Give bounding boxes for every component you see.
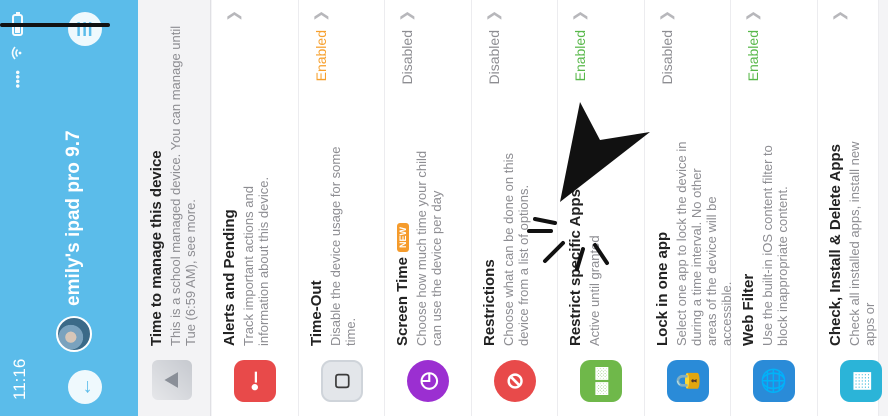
scroll-indicator[interactable] xyxy=(0,21,115,29)
wifi-icon xyxy=(10,46,25,60)
chevron-right-icon: ❯ xyxy=(398,10,414,22)
item-description: Choose how much time your child can use … xyxy=(414,150,444,346)
item-description: Track important actions and information … xyxy=(241,176,271,346)
chevron-right-icon: ❯ xyxy=(225,10,241,22)
lock-icon: 🔒 xyxy=(666,360,709,402)
back-button[interactable]: ← xyxy=(68,370,102,404)
item-title: Web Filter xyxy=(740,273,757,346)
device-selector[interactable]: emily's ipad pro 9.7 xyxy=(56,130,92,352)
status-time: 11:16 xyxy=(10,358,29,400)
school-icon: ⛰ xyxy=(152,360,192,400)
chevron-right-icon: ❯ xyxy=(830,10,847,22)
item-description: Disable the device usage for some time. xyxy=(327,146,358,346)
list-item-web-filter[interactable]: 🌐 Web Filter Use the built-in iOS conten… xyxy=(731,0,818,416)
item-title: Check, Install & Delete Apps xyxy=(826,143,844,346)
screen-time-icon: ◷ xyxy=(407,360,449,402)
status-badge: Enabled xyxy=(745,30,761,82)
list-item-install-apps[interactable]: ▦ Check, Install & Delete Apps Check all… xyxy=(817,0,882,416)
new-badge: NEW xyxy=(396,223,409,253)
click-burst-icon xyxy=(525,201,620,271)
web-filter-icon: 🌐 xyxy=(753,360,795,402)
alert-icon: •– xyxy=(234,360,276,402)
item-title: Screen Time NEW xyxy=(394,223,411,346)
status-bar: 11:16 •••• xyxy=(0,0,40,416)
list-item-timeout[interactable]: ▢ Time-Out Disable the device usage for … xyxy=(298,0,385,416)
status-badge: Disabled xyxy=(658,30,675,85)
info-title: Time to manage this device xyxy=(148,150,165,346)
chevron-right-icon: ❯ xyxy=(311,10,328,22)
info-panel[interactable]: ⛰ Time to manage this device This is a s… xyxy=(138,0,211,416)
menu-button[interactable]: ☰ xyxy=(68,12,102,46)
avatar xyxy=(56,316,92,352)
status-badge: Enabled xyxy=(312,30,329,82)
list-item-alerts[interactable]: •– Alerts and Pending Track important ac… xyxy=(212,0,299,416)
chevron-right-icon: ❯ xyxy=(657,10,674,22)
chevron-right-icon: ❯ xyxy=(484,10,501,22)
item-title: Alerts and Pending xyxy=(221,209,238,346)
install-apps-icon: ▦ xyxy=(839,360,882,402)
restrictions-icon: ⊘ xyxy=(493,360,536,402)
timeout-icon: ▢ xyxy=(320,360,363,402)
item-title: Lock in one app xyxy=(653,231,671,346)
item-description: Check all installed apps, install new ap… xyxy=(846,141,877,347)
chevron-right-icon: ❯ xyxy=(744,10,760,22)
item-title: Time-Out xyxy=(307,280,325,346)
item-description: Select one app to lock the device in dur… xyxy=(673,141,734,346)
device-header: 11:16 •••• ← emily's ipad pro 9.7 ☰ xyxy=(0,0,138,416)
chevron-right-icon: ❯ xyxy=(571,10,587,22)
status-badge: Disabled xyxy=(485,30,502,85)
list-item-lock-app[interactable]: 🔒 Lock in one app Select one app to lock… xyxy=(644,0,734,416)
back-arrow-icon: ← xyxy=(73,377,96,397)
list-item-screen-time[interactable]: ◷ Screen Time NEW Choose how much time yo… xyxy=(385,0,472,416)
rotated-screen: 11:16 •••• ← emily's ipad pro 9.7 ☰ ⛰ Ti… xyxy=(0,0,888,416)
item-description: Use the built-in iOS content filter to b… xyxy=(760,145,790,346)
apps-icon: ▩▩ xyxy=(580,360,622,402)
status-badge: Enabled xyxy=(572,30,588,82)
item-title: Restrictions xyxy=(480,259,498,346)
info-subtitle: This is a school managed device. You can… xyxy=(168,25,198,346)
device-name: emily's ipad pro 9.7 xyxy=(63,130,84,306)
signal-dots-icon: •••• xyxy=(10,70,25,89)
status-badge: Disabled xyxy=(399,30,415,85)
